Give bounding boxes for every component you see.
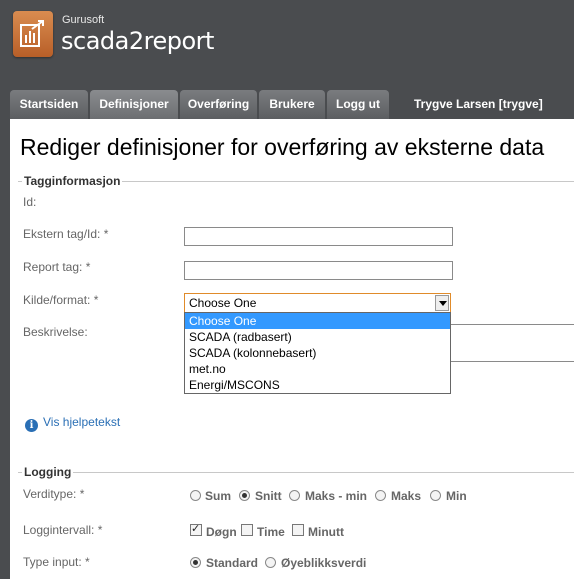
checkbox-dogn[interactable] <box>190 522 202 536</box>
fieldset-border <box>18 472 574 473</box>
page-title: Rediger definisjoner for overføring av e… <box>20 134 545 160</box>
radio-label: Maks - min <box>305 489 368 503</box>
radio-sum[interactable] <box>190 490 201 501</box>
report-tag-label: Report tag: * <box>23 260 91 274</box>
checkbox-label: Minutt <box>308 525 344 539</box>
kilde-format-label: Kilde/format: * <box>23 293 99 307</box>
kilde-format-select[interactable]: Choose One <box>184 293 451 313</box>
radio-label: Sum <box>205 489 232 503</box>
ekstern-tag-input[interactable] <box>184 227 453 246</box>
radio-label: Snitt <box>255 489 282 503</box>
radio-oyeblikksverdi[interactable] <box>265 557 276 568</box>
dropdown-option[interactable]: Choose One <box>185 313 450 329</box>
dropdown-option[interactable]: met.no <box>185 361 450 377</box>
checkbox-time[interactable] <box>241 524 253 536</box>
radio-snitt[interactable] <box>239 490 250 501</box>
app-header: Gurusoft scada2report <box>0 0 574 89</box>
radio-label: Maks <box>391 489 422 503</box>
radio-standard[interactable] <box>190 557 201 568</box>
main-nav: Startsiden Definisjoner Overføring Bruke… <box>0 89 574 119</box>
radio-label: Min <box>446 489 467 503</box>
radio-label: Øyeblikksverdi <box>281 556 367 570</box>
beskrivelse-textarea[interactable] <box>450 324 574 362</box>
radio-label: Standard <box>206 556 259 570</box>
brand-product: scada2report <box>61 27 214 55</box>
tab-startsiden[interactable]: Startsiden <box>10 90 88 119</box>
tab-logg-ut[interactable]: Logg ut <box>327 90 389 119</box>
chevron-down-icon[interactable] <box>435 295 449 311</box>
info-icon: i <box>25 419 38 432</box>
ekstern-tag-label: Ekstern tag/Id: * <box>23 227 109 241</box>
main-content: Rediger definisjoner for overføring av e… <box>10 119 574 579</box>
radio-maks-min[interactable] <box>289 490 300 501</box>
current-user: Trygve Larsen [trygve] <box>414 97 543 111</box>
report-tag-input[interactable] <box>184 261 453 280</box>
checkbox-label: Døgn <box>206 525 237 539</box>
dropdown-option[interactable]: SCADA (radbasert) <box>185 329 450 345</box>
checkbox-label: Time <box>257 525 285 539</box>
report-chart-icon[interactable] <box>13 11 53 57</box>
help-link-text: Vis hjelpetekst <box>43 415 121 429</box>
type-input-label: Type input: * <box>23 555 90 569</box>
brand-company: Gurusoft <box>62 14 105 26</box>
logginterval-label: Loggintervall: * <box>23 523 103 537</box>
kilde-format-dropdown: Choose One SCADA (radbasert) SCADA (kolo… <box>184 312 451 394</box>
dropdown-option[interactable]: SCADA (kolonnebasert) <box>185 345 450 361</box>
checkbox-minutt[interactable] <box>292 524 304 536</box>
tab-brukere[interactable]: Brukere <box>259 90 325 119</box>
logging-legend: Logging <box>22 465 74 479</box>
id-label: Id: <box>23 195 37 209</box>
tab-definisjoner[interactable]: Definisjoner <box>90 90 178 119</box>
radio-min[interactable] <box>430 490 441 501</box>
help-link[interactable]: i Vis hjelpetekst <box>25 415 120 432</box>
beskrivelse-label: Beskrivelse: <box>23 325 88 339</box>
radio-maks[interactable] <box>375 490 386 501</box>
tagginfo-legend: Tagginformasjon <box>22 174 123 188</box>
verditype-label: Verditype: * <box>23 487 85 501</box>
tab-overforing[interactable]: Overføring <box>180 90 257 119</box>
kilde-format-value: Choose One <box>189 296 257 310</box>
dropdown-option[interactable]: Energi/MSCONS <box>185 377 450 393</box>
